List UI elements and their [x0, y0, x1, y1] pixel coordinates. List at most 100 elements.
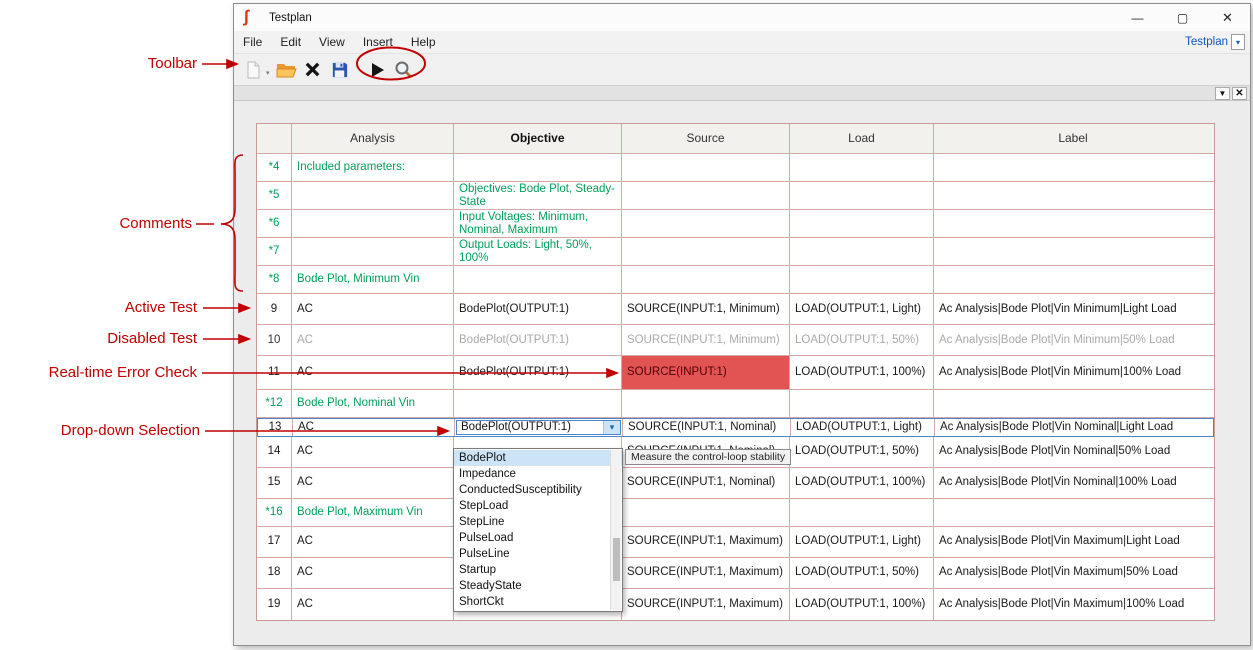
cell-analysis[interactable]: AC: [292, 468, 454, 498]
row-number-cell[interactable]: *12: [257, 390, 292, 417]
objective-combobox[interactable]: BodePlot(OUTPUT:1)▾: [456, 420, 621, 435]
delete-icon[interactable]: [301, 58, 325, 82]
menu-help[interactable]: Help: [402, 31, 445, 53]
cell-source[interactable]: SOURCE(INPUT:1, Maximum): [622, 558, 790, 588]
cell-objective[interactable]: [454, 266, 622, 293]
dropdown-item[interactable]: ShortCkt: [454, 594, 622, 610]
chevron-down-icon[interactable]: ▾: [1231, 34, 1245, 50]
cell-load[interactable]: LOAD(OUTPUT:1, Light): [790, 294, 934, 324]
cell-label[interactable]: [934, 499, 1212, 526]
menu-file[interactable]: File: [234, 31, 271, 53]
cell-label[interactable]: Ac Analysis|Bode Plot|Vin Nominal|Light …: [935, 419, 1213, 436]
cell-load[interactable]: LOAD(OUTPUT:1, 50%): [790, 558, 934, 588]
open-folder-icon[interactable]: [274, 58, 298, 82]
cell-objective[interactable]: [454, 154, 622, 181]
cell-source[interactable]: SOURCE(INPUT:1, Maximum): [622, 589, 790, 620]
cell-label[interactable]: Ac Analysis|Bode Plot|Vin Minimum|50% Lo…: [934, 325, 1212, 355]
cell-load[interactable]: [790, 154, 934, 181]
dropdown-item[interactable]: ConductedSusceptibility: [454, 482, 622, 498]
cell-analysis[interactable]: Included parameters:: [292, 154, 454, 181]
cell-analysis[interactable]: Bode Plot, Maximum Vin: [292, 499, 454, 526]
cell-source[interactable]: SOURCE(INPUT:1, Maximum): [622, 527, 790, 557]
cell-label[interactable]: Ac Analysis|Bode Plot|Vin Maximum|100% L…: [934, 589, 1212, 620]
row-number-cell[interactable]: 19: [257, 589, 292, 620]
cell-analysis[interactable]: AC: [292, 356, 454, 389]
cell-source[interactable]: [622, 182, 790, 209]
cell-objective[interactable]: BodePlot(OUTPUT:1)▾: [455, 419, 623, 436]
row-number-cell[interactable]: 14: [257, 437, 292, 467]
close-button[interactable]: ✕: [1205, 4, 1250, 31]
cell-analysis[interactable]: [292, 182, 454, 209]
table-row[interactable]: 10ACBodePlot(OUTPUT:1)SOURCE(INPUT:1, Mi…: [257, 325, 1214, 356]
cell-load[interactable]: LOAD(OUTPUT:1, 100%): [790, 468, 934, 498]
cell-analysis[interactable]: AC: [292, 294, 454, 324]
cell-label[interactable]: Ac Analysis|Bode Plot|Vin Nominal|50% Lo…: [934, 437, 1212, 467]
cell-load[interactable]: LOAD(OUTPUT:1, Light): [790, 527, 934, 557]
row-number-cell[interactable]: *16: [257, 499, 292, 526]
row-number-cell[interactable]: *7: [257, 238, 292, 265]
cell-load[interactable]: LOAD(OUTPUT:1, 50%): [790, 325, 934, 355]
cell-analysis[interactable]: AC: [292, 589, 454, 620]
cell-load[interactable]: [790, 499, 934, 526]
row-number-cell[interactable]: 10: [257, 325, 292, 355]
dropdown-item[interactable]: SteadyState: [454, 578, 622, 594]
cell-analysis[interactable]: AC: [292, 558, 454, 588]
row-number-cell[interactable]: 15: [257, 468, 292, 498]
cell-load[interactable]: LOAD(OUTPUT:1, 50%): [790, 437, 934, 467]
new-file-dropdown-icon[interactable]: ▾: [266, 69, 270, 77]
row-number-cell[interactable]: 17: [257, 527, 292, 557]
cell-label[interactable]: [934, 390, 1212, 417]
row-number-cell[interactable]: 13: [258, 419, 293, 436]
cell-objective[interactable]: Output Loads: Light, 50%, 100%: [454, 238, 622, 265]
cell-load[interactable]: LOAD(OUTPUT:1, 100%): [790, 589, 934, 620]
cell-load[interactable]: [790, 266, 934, 293]
save-icon[interactable]: [328, 58, 352, 82]
header-load[interactable]: Load: [790, 124, 934, 153]
row-number-cell[interactable]: *4: [257, 154, 292, 181]
cell-load[interactable]: [790, 390, 934, 417]
cell-label[interactable]: Ac Analysis|Bode Plot|Vin Nominal|100% L…: [934, 468, 1212, 498]
cell-source[interactable]: [622, 238, 790, 265]
scrollbar-thumb[interactable]: [613, 538, 620, 581]
cell-source[interactable]: [622, 499, 790, 526]
table-row[interactable]: 18AC SOURCE(INPUT:1, Maximum)LOAD(OUTPUT:…: [257, 558, 1214, 589]
panel-close-icon[interactable]: ✕: [1232, 87, 1247, 100]
table-row[interactable]: 11ACBodePlot(OUTPUT:1)SOURCE(INPUT:1)LOA…: [257, 356, 1214, 390]
cell-source[interactable]: SOURCE(INPUT:1, Nominal): [623, 419, 791, 436]
row-number-cell[interactable]: 9: [257, 294, 292, 324]
cell-analysis[interactable]: AC: [292, 437, 454, 467]
header-objective[interactable]: Objective: [454, 124, 622, 153]
cell-analysis[interactable]: [292, 210, 454, 237]
cell-analysis[interactable]: [292, 238, 454, 265]
cell-objective[interactable]: BodePlot(OUTPUT:1): [454, 294, 622, 324]
dropdown-item[interactable]: PulseLine: [454, 546, 622, 562]
table-row[interactable]: *6Input Voltages: Minimum, Nominal, Maxi…: [257, 210, 1214, 238]
table-row[interactable]: *12Bode Plot, Nominal Vin: [257, 390, 1214, 418]
cell-analysis[interactable]: Bode Plot, Nominal Vin: [292, 390, 454, 417]
cell-analysis[interactable]: AC: [293, 419, 455, 436]
cell-source[interactable]: SOURCE(INPUT:1, Minimum): [622, 294, 790, 324]
cell-source[interactable]: [622, 266, 790, 293]
table-row[interactable]: *4Included parameters:: [257, 154, 1214, 182]
cell-load[interactable]: [790, 238, 934, 265]
row-number-cell[interactable]: *8: [257, 266, 292, 293]
new-file-icon[interactable]: [241, 58, 265, 82]
dropdown-item[interactable]: StepLoad: [454, 498, 622, 514]
table-row[interactable]: 9ACBodePlot(OUTPUT:1)SOURCE(INPUT:1, Min…: [257, 294, 1214, 325]
cell-objective[interactable]: Input Voltages: Minimum, Nominal, Maximu…: [454, 210, 622, 237]
cell-load[interactable]: [790, 210, 934, 237]
testplan-selector[interactable]: Testplan: [1185, 36, 1228, 48]
dropdown-item[interactable]: StepLine: [454, 514, 622, 530]
cell-label[interactable]: Ac Analysis|Bode Plot|Vin Maximum|50% Lo…: [934, 558, 1212, 588]
header-label[interactable]: Label: [934, 124, 1212, 153]
cell-label[interactable]: Ac Analysis|Bode Plot|Vin Minimum|100% L…: [934, 356, 1212, 389]
cell-load[interactable]: LOAD(OUTPUT:1, Light): [791, 419, 935, 436]
table-row[interactable]: 17ACSOURCE(INPUT:1, Maximum)LOAD(OUTPUT:…: [257, 527, 1214, 558]
cell-source[interactable]: [622, 390, 790, 417]
cell-label[interactable]: Ac Analysis|Bode Plot|Vin Minimum|Light …: [934, 294, 1212, 324]
row-number-cell[interactable]: *5: [257, 182, 292, 209]
cell-load[interactable]: LOAD(OUTPUT:1, 100%): [790, 356, 934, 389]
cell-objective[interactable]: Objectives: Bode Plot, Steady-State: [454, 182, 622, 209]
row-number-cell[interactable]: 18: [257, 558, 292, 588]
table-row[interactable]: *7 Output Loads: Light, 50%, 100%: [257, 238, 1214, 266]
